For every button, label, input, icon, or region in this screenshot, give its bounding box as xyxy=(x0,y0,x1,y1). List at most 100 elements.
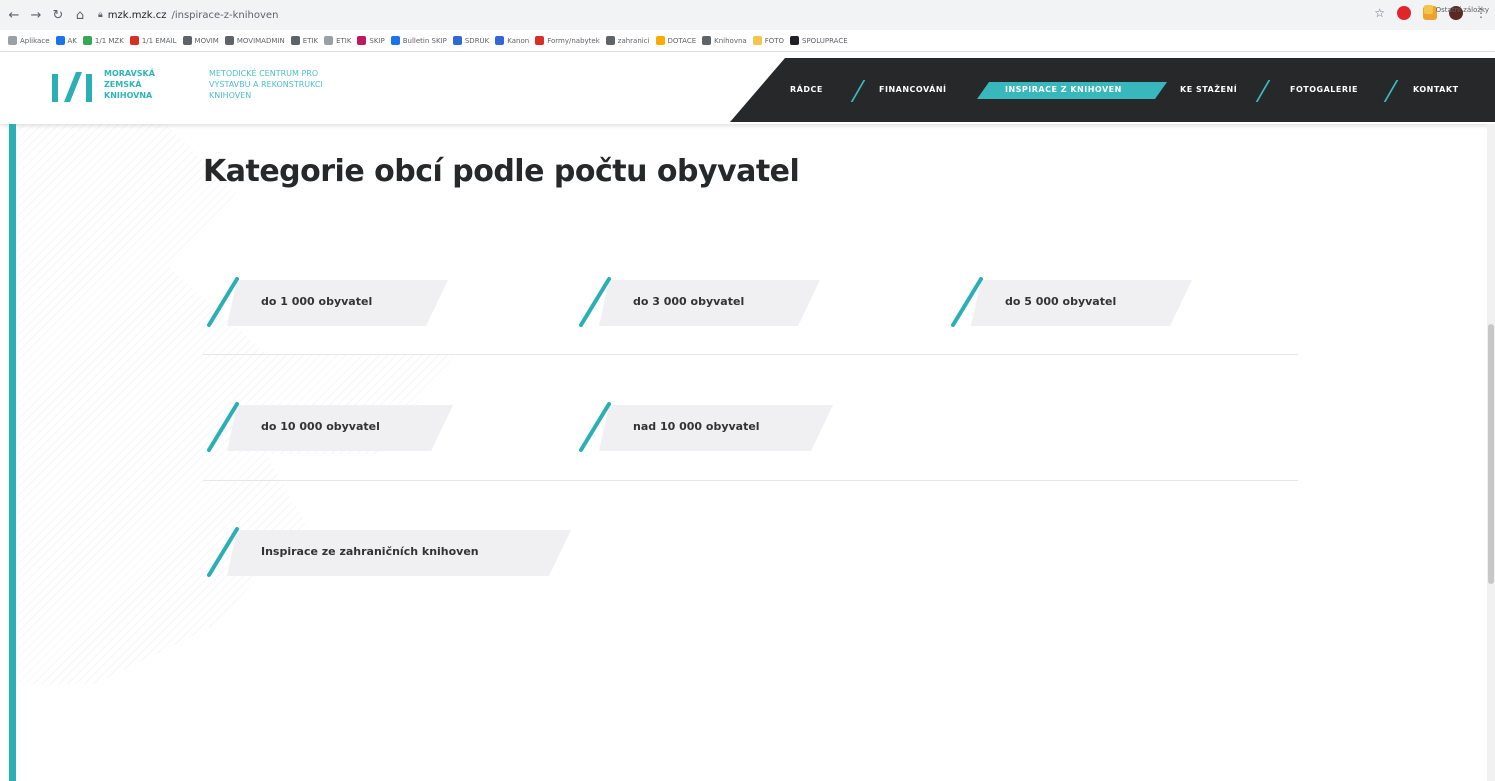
bookmarks-bar: Aplikace AK 1/1 MZK 1/1 EMAIL MOVIM MOVIMADMI… xyxy=(0,30,1495,52)
bookmark-label: Bulletin SKIP xyxy=(402,36,447,45)
bookmark-favicon-icon xyxy=(357,36,367,45)
bookmark-favicon-icon xyxy=(790,36,800,45)
site-header: MORAVSKÁ ZEMSKÁ KNIHOVNA METODICKÉ CENTR… xyxy=(0,52,1495,124)
logo-line: MORAVSKÁ xyxy=(104,69,155,78)
nav-item-fotogalerie[interactable]: FOTOGALERIE xyxy=(1290,85,1358,94)
nav-item-radce[interactable]: RÁDCE xyxy=(790,85,823,94)
bookmark-favicon-icon xyxy=(224,36,234,45)
bookmark-label: Kanon xyxy=(507,36,530,45)
bookmark-item[interactable]: MOVIMADMIN xyxy=(224,36,285,45)
bookmark-item[interactable]: ETIK xyxy=(290,36,319,45)
nav-separator xyxy=(850,80,866,102)
bookmark-item[interactable]: 1/1 MZK xyxy=(82,36,124,45)
category-card-foreign[interactable]: Inspirace ze zahraničních knihoven xyxy=(203,527,571,577)
slash-icon xyxy=(579,402,611,452)
bookmark-favicon-icon xyxy=(752,36,762,45)
bookmark-label: ETIK xyxy=(302,36,319,45)
bookmark-label: 1/1 MZK xyxy=(94,36,124,45)
row-divider xyxy=(203,480,1298,481)
row-divider xyxy=(203,354,1298,355)
bookmark-favicon-icon xyxy=(702,36,712,45)
bookmark-star-icon[interactable]: ☆ xyxy=(1374,6,1385,20)
bookmark-favicon-icon xyxy=(535,36,545,45)
bookmark-label: MOVIMADMIN xyxy=(236,36,285,45)
category-card-1000[interactable]: do 1 000 obyvatel xyxy=(203,277,448,327)
nav-item-kontakt[interactable]: KONTAKT xyxy=(1413,85,1459,94)
tagline-line: VÝSTAVBU A REKONSTRUKCI xyxy=(209,80,323,89)
nav-item-financovani[interactable]: FINANCOVÁNÍ xyxy=(879,85,947,94)
bookmark-favicon-icon xyxy=(655,36,665,45)
bookmark-item[interactable]: AK xyxy=(55,36,77,45)
tagline-line: METODICKÉ CENTRUM PRO xyxy=(209,69,319,78)
page-title: Kategorie obcí podle počtu obyvatel xyxy=(203,154,800,189)
other-bookmarks[interactable]: Ostatní záložky xyxy=(1423,5,1489,14)
bookmark-label: 1/1 EMAIL xyxy=(141,36,177,45)
category-label: do 1 000 obyvatel xyxy=(261,295,373,308)
scrollbar-thumb[interactable] xyxy=(1488,324,1494,584)
bookmark-favicon-icon xyxy=(8,36,17,45)
bookmark-item[interactable]: MOVIM xyxy=(182,36,219,45)
category-label: do 5 000 obyvatel xyxy=(1005,295,1117,308)
bookmark-label: SPOLUPRACE xyxy=(802,36,848,45)
slash-icon xyxy=(579,277,611,327)
forward-icon[interactable]: → xyxy=(28,7,44,23)
bookmark-favicon-icon xyxy=(452,36,462,45)
bookmark-label: Aplikace xyxy=(20,36,50,45)
bookmark-label: Knihovna xyxy=(714,36,747,45)
bookmark-favicon-icon xyxy=(290,36,300,45)
nav-item-ke-stazeni[interactable]: KE STAŽENÍ xyxy=(1180,85,1237,94)
other-bookmarks-label: Ostatní záložky xyxy=(1435,5,1489,14)
bookmark-item[interactable]: ETIK xyxy=(324,36,351,45)
bookmark-favicon-icon xyxy=(390,36,400,45)
bookmark-label: SDRUK xyxy=(464,36,490,45)
slash-icon xyxy=(207,527,239,577)
category-label: do 3 000 obyvatel xyxy=(633,295,745,308)
category-card-3000[interactable]: do 3 000 obyvatel xyxy=(575,277,820,327)
logo-line: KNIHOVNA xyxy=(104,91,153,100)
bookmark-item[interactable]: Aplikace xyxy=(8,36,50,45)
category-card-10000[interactable]: do 10 000 obyvatel xyxy=(203,402,453,452)
home-icon[interactable]: ⌂ xyxy=(72,7,88,23)
opera-icon[interactable] xyxy=(1397,6,1411,20)
logo-text[interactable]: MORAVSKÁ ZEMSKÁ KNIHOVNA xyxy=(104,68,184,101)
category-label: nad 10 000 obyvatel xyxy=(633,420,760,433)
logo-icon[interactable] xyxy=(50,70,95,104)
main-navigation: RÁDCE FINANCOVÁNÍ INSPIRACE Z KNIHOVEN K… xyxy=(730,58,1495,122)
category-card-over-10000[interactable]: nad 10 000 obyvatel xyxy=(575,402,833,452)
bookmark-label: zahranici xyxy=(617,36,650,45)
bookmark-item[interactable]: FOTO xyxy=(752,36,784,45)
back-icon[interactable]: ← xyxy=(6,7,22,23)
bookmark-item[interactable]: Knihovna xyxy=(702,36,747,45)
bookmark-item[interactable]: SKIP xyxy=(357,36,385,45)
left-accent-bar xyxy=(9,124,16,781)
bookmark-item[interactable]: SPOLUPRACE xyxy=(790,36,848,45)
address-bar[interactable]: 🔒︎ mzk.mzk.cz/inspirace-z-knihoven xyxy=(98,5,1348,25)
category-card-5000[interactable]: do 5 000 obyvatel xyxy=(947,277,1192,327)
nav-separator xyxy=(1255,80,1271,102)
bookmark-item[interactable]: Kanon xyxy=(495,36,529,45)
bookmark-label: Formy/nabytek xyxy=(547,36,600,45)
slash-icon xyxy=(207,277,239,327)
bookmark-favicon-icon xyxy=(324,36,334,45)
bookmark-item[interactable]: zahranici xyxy=(605,36,650,45)
nav-item-inspirace[interactable]: INSPIRACE Z KNIHOVEN xyxy=(1005,85,1122,94)
reload-icon[interactable]: ↻ xyxy=(50,7,66,23)
bookmark-label: MOVIM xyxy=(194,36,219,45)
url-path: /inspirace-z-knihoven xyxy=(171,9,279,21)
folder-icon xyxy=(1423,5,1433,14)
bookmark-favicon-icon xyxy=(129,36,139,45)
bookmark-label: ETIK xyxy=(336,36,352,45)
browser-toolbar: ← → ↻ ⌂ 🔒︎ mzk.mzk.cz/inspirace-z-knihov… xyxy=(0,0,1495,30)
url-host: mzk.mzk.cz xyxy=(107,9,167,21)
bookmark-label: DOTACE xyxy=(667,36,697,45)
bookmark-item[interactable]: Bulletin SKIP xyxy=(390,36,447,45)
lock-icon: 🔒︎ xyxy=(98,10,103,20)
bookmark-label: SKIP xyxy=(369,36,385,45)
bookmark-label: AK xyxy=(67,36,77,45)
bookmark-item[interactable]: Formy/nabytek xyxy=(535,36,600,45)
bookmark-item[interactable]: 1/1 EMAIL xyxy=(129,36,177,45)
bookmark-favicon-icon xyxy=(82,36,92,45)
bookmark-item[interactable]: SDRUK xyxy=(452,36,490,45)
bookmark-item[interactable]: DOTACE xyxy=(655,36,697,45)
scrollbar[interactable] xyxy=(1487,124,1495,781)
